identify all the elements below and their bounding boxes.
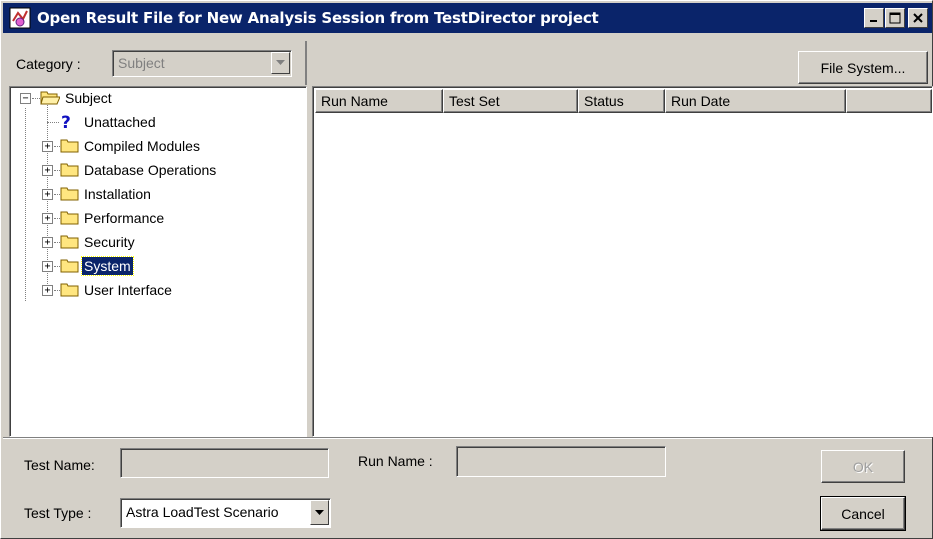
category-dropdown-button[interactable]	[271, 52, 290, 74]
test-name-field[interactable]	[120, 448, 329, 478]
tree-connector	[47, 122, 59, 123]
window-title: Open Result File for New Analysis Sessio…	[37, 9, 599, 27]
ok-button[interactable]: OK	[821, 450, 905, 483]
minimize-icon	[870, 20, 877, 22]
close-button[interactable]	[908, 8, 928, 28]
tree-connector	[25, 108, 26, 301]
folder-icon	[60, 163, 79, 177]
tree-item-compiled-modules[interactable]: Compiled Modules	[82, 137, 202, 155]
category-label: Category :	[16, 56, 81, 72]
folder-icon	[60, 283, 79, 297]
folder-icon	[60, 139, 79, 153]
tree-item-database-operations[interactable]: Database Operations	[82, 161, 218, 179]
dialog-window: Open Result File for New Analysis Sessio…	[0, 0, 933, 539]
column-header-extra[interactable]	[846, 89, 932, 113]
question-icon: ?	[61, 113, 71, 131]
tree-item-system[interactable]: System	[81, 256, 134, 276]
test-name-label: Test Name:	[24, 457, 95, 473]
column-header-run-name[interactable]: Run Name	[315, 89, 443, 113]
expand-icon[interactable]: +	[42, 261, 53, 272]
chevron-down-icon	[315, 509, 324, 515]
test-type-dropdown-button[interactable]	[310, 500, 329, 525]
maximize-icon	[889, 12, 901, 24]
close-icon	[913, 13, 923, 23]
file-system-button[interactable]: File System...	[798, 51, 928, 84]
collapse-icon[interactable]: −	[20, 93, 31, 104]
chevron-down-icon	[276, 60, 285, 65]
expand-icon[interactable]: +	[42, 189, 53, 200]
tree-connector	[32, 98, 40, 99]
tree-item-installation[interactable]: Installation	[82, 185, 153, 203]
runs-list[interactable]: Run Name Test Set Status Run Date	[312, 86, 933, 437]
expand-icon[interactable]: +	[42, 285, 53, 296]
tree-item-unattached[interactable]: Unattached	[82, 113, 158, 131]
run-name-field[interactable]	[456, 446, 666, 477]
column-header-test-set[interactable]: Test Set	[443, 89, 578, 113]
folder-icon	[60, 211, 79, 225]
test-type-value: Astra LoadTest Scenario	[126, 504, 279, 520]
column-header-run-date[interactable]: Run Date	[665, 89, 846, 113]
minimize-button[interactable]	[864, 8, 884, 28]
expand-icon[interactable]: +	[42, 237, 53, 248]
expand-icon[interactable]: +	[42, 141, 53, 152]
category-select[interactable]: Subject	[112, 50, 292, 77]
tree-item-user-interface[interactable]: User Interface	[82, 281, 174, 299]
tree-item-security[interactable]: Security	[82, 233, 137, 251]
column-header-status[interactable]: Status	[578, 89, 665, 113]
category-value: Subject	[118, 55, 165, 71]
runs-list-header: Run Name Test Set Status Run Date	[315, 89, 932, 113]
test-type-select[interactable]: Astra LoadTest Scenario	[120, 498, 331, 528]
folder-icon	[60, 187, 79, 201]
svg-text:?: ?	[61, 113, 71, 131]
folder-icon	[60, 235, 79, 249]
expand-icon[interactable]: +	[42, 213, 53, 224]
separator	[3, 437, 932, 439]
subject-tree[interactable]: − Subject ? Unattached + Compiled Module…	[9, 86, 307, 437]
folder-icon	[60, 259, 79, 273]
analysis-app-icon	[9, 7, 31, 29]
run-name-label: Run Name :	[358, 453, 433, 469]
open-folder-icon	[40, 91, 60, 105]
title-bar[interactable]: Open Result File for New Analysis Sessio…	[3, 3, 932, 33]
expand-icon[interactable]: +	[42, 165, 53, 176]
maximize-button[interactable]	[885, 8, 905, 28]
tree-item-performance[interactable]: Performance	[82, 209, 166, 227]
cancel-button[interactable]: Cancel	[820, 496, 906, 531]
tree-root-label[interactable]: Subject	[63, 89, 114, 107]
test-type-label: Test Type :	[24, 505, 92, 521]
